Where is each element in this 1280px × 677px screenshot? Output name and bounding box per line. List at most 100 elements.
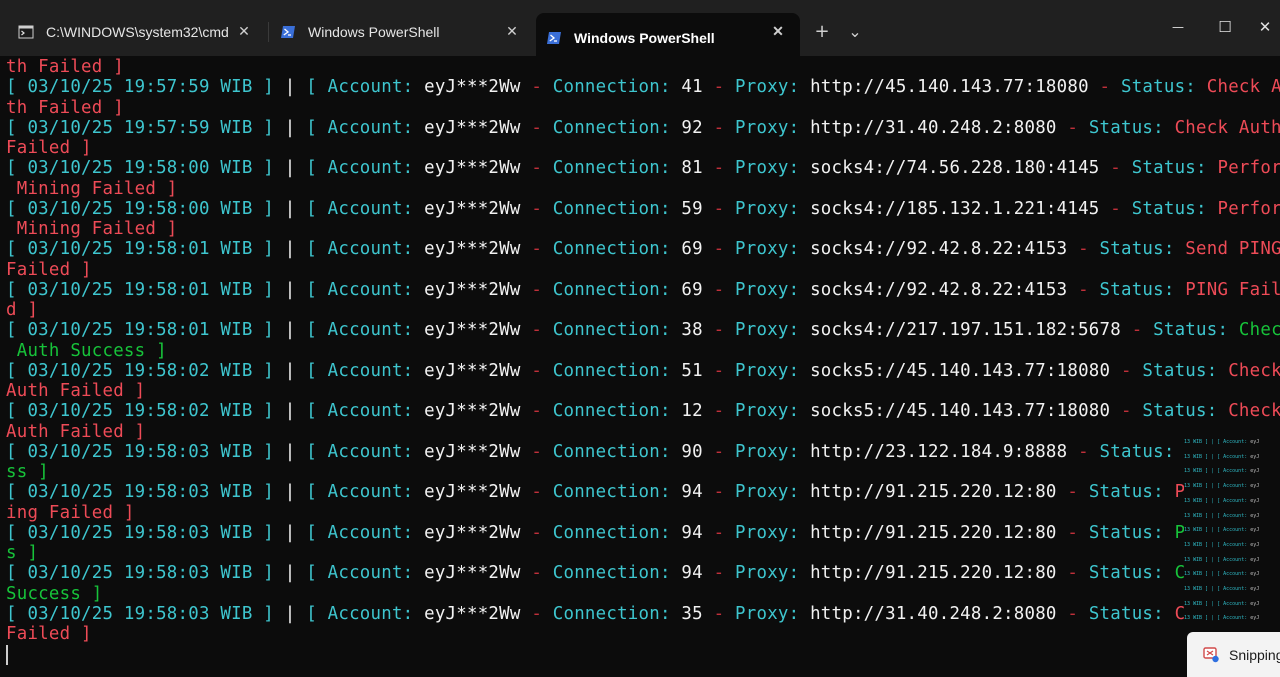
log-segment: - — [520, 198, 553, 219]
log-segment: - — [520, 239, 553, 260]
log-segment: Connection: — [552, 158, 682, 179]
log-segment: [ Account: — [306, 482, 425, 503]
tab-powershell-1-label: Windows PowerShell — [308, 23, 440, 40]
log-segment: 81 — [681, 158, 703, 179]
log-segment: | — [274, 77, 307, 98]
log-segment: Connection: — [552, 401, 682, 422]
log-segment: Auth Failed ] — [6, 421, 146, 442]
log-segment: 69 — [681, 279, 703, 300]
log-segment: - — [702, 77, 736, 98]
log-line: th Failed ] — [6, 57, 124, 78]
log-segment: eyJ***2Ww — [424, 482, 521, 503]
log-segment: - — [1056, 603, 1089, 624]
log-line: [ 03/10/25 19:58:01 WIB ] | [ Account: e… — [6, 280, 1280, 301]
log-segment: [ Account: — [306, 563, 425, 584]
log-segment: Check Auth — [1174, 117, 1280, 138]
cmd-icon — [18, 25, 34, 38]
log-segment: 38 — [681, 320, 703, 341]
log-segment: Auth Failed ] — [6, 381, 146, 401]
log-segment: Connection: — [552, 563, 682, 584]
maximize-button[interactable]: ☐ — [1202, 12, 1248, 42]
tab-powershell-2[interactable]: Windows PowerShell ✕ — [536, 13, 800, 62]
log-segment: - — [520, 117, 553, 138]
thumbnail-line: 13 WIB ] | [ Account: eyJ — [1184, 454, 1259, 460]
new-tab-button[interactable]: + — [808, 18, 836, 46]
log-segment: ss ] — [6, 462, 49, 482]
log-line: Auth Failed ] — [6, 381, 145, 402]
log-segment: [ 03/10/25 19:58:02 WIB ] — [6, 360, 275, 381]
log-segment: 90 — [681, 441, 703, 462]
log-line: Auth Success ] — [6, 341, 167, 362]
log-segment: th Failed ] — [6, 97, 124, 118]
thumbnail-line: 13 WIB ] | [ Account: eyJ — [1184, 601, 1259, 607]
snipping-tool-notification[interactable]: Snipping — [1187, 632, 1280, 677]
log-segment: [ Account: — [306, 77, 425, 98]
log-segment: Status: — [1099, 239, 1186, 260]
thumbnail-line-value: eyJ — [1250, 439, 1260, 445]
tab-cmd[interactable]: C:\WINDOWS\system32\cmd.e ✕ — [8, 13, 266, 50]
log-segment: Check — [1228, 360, 1280, 381]
log-segment: Proxy: — [735, 522, 811, 543]
log-segment: Mining Failed ] — [6, 178, 178, 199]
overlay-thumbnail: 13 WIB ] | [ Account: eyJ 13 WIB ] | [ Ac… — [1184, 437, 1280, 627]
log-segment: - — [1120, 320, 1154, 341]
log-segment: Connection: — [552, 117, 682, 138]
log-segment: Proxy: — [735, 77, 811, 98]
log-segment: - — [702, 158, 736, 179]
log-segment: socks5://45.140.143.77:18080 — [810, 360, 1111, 381]
log-segment: [ 03/10/25 19:58:02 WIB ] — [6, 401, 275, 422]
thumbnail-line: 13 WIB ] | [ Account: eyJ — [1184, 513, 1259, 519]
log-segment: - — [1088, 77, 1121, 98]
log-segment: [ Account: — [306, 158, 425, 179]
log-segment: 94 — [681, 563, 703, 584]
thumbnail-line: 13 WIB ] | [ Account: eyJ — [1184, 615, 1259, 621]
log-segment: Status: — [1153, 320, 1239, 341]
log-segment: [ Account: — [306, 522, 425, 543]
tab-powershell-1[interactable]: Windows PowerShell ✕ — [270, 13, 534, 50]
tab-powershell-2-close-icon[interactable]: ✕ — [770, 23, 786, 39]
log-segment: socks4://217.197.151.182:5678 — [810, 320, 1121, 341]
log-segment: | — [274, 158, 307, 179]
log-segment: Failed ] — [6, 138, 92, 158]
log-segment: | — [274, 239, 307, 260]
minimize-button[interactable]: — — [1155, 12, 1201, 42]
log-segment: | — [274, 401, 307, 422]
log-segment: - — [702, 239, 736, 260]
log-segment: Proxy: — [735, 401, 811, 422]
log-segment: socks4://185.132.1.221:4145 — [810, 198, 1100, 219]
snipping-label: Snipping — [1229, 646, 1280, 663]
log-segment: - — [520, 320, 553, 341]
tab-cmd-close-icon[interactable]: ✕ — [236, 23, 252, 39]
log-segment: Proxy: — [735, 279, 811, 300]
log-segment: Proxy: — [735, 482, 811, 503]
log-segment: - — [1056, 563, 1089, 584]
log-segment: [ Account: — [306, 360, 425, 381]
log-line: [ 03/10/25 19:58:03 WIB ] | [ Account: e… — [6, 482, 1207, 503]
log-segment: Status: — [1131, 158, 1218, 179]
tab-dropdown-icon[interactable]: ⌄ — [841, 18, 869, 46]
log-segment: Success ] — [6, 583, 103, 604]
log-segment: [ Account: — [306, 401, 425, 422]
tab-powershell-1-close-icon[interactable]: ✕ — [504, 23, 520, 39]
log-segment: [ 03/10/25 19:58:00 WIB ] — [6, 158, 275, 179]
terminal-output[interactable]: th Failed ][ 03/10/25 19:57:59 WIB ] | [… — [0, 56, 1280, 677]
log-line: [ 03/10/25 19:57:59 WIB ] | [ Account: e… — [6, 77, 1280, 98]
log-segment: - — [702, 441, 736, 462]
thumbnail-line-prefix: 13 WIB ] | [ Account: — [1184, 453, 1251, 460]
log-segment: http://31.40.248.2:8080 — [810, 117, 1057, 138]
log-segment: | — [274, 320, 307, 341]
log-segment: Connection: — [552, 522, 682, 543]
log-segment: d ] — [6, 300, 39, 320]
thumbnail-line: 13 WIB ] | [ Account: eyJ — [1184, 483, 1259, 489]
log-segment: - — [520, 603, 553, 624]
thumbnail-line-value: eyJ — [1250, 586, 1260, 592]
log-segment: Status: — [1088, 603, 1175, 624]
log-segment: - — [1067, 279, 1100, 300]
close-window-button[interactable]: ✕ — [1250, 12, 1280, 42]
log-segment: 35 — [681, 603, 703, 624]
thumbnail-line-prefix: 13 WIB ] | [ Account: — [1184, 497, 1251, 504]
log-line: d ] — [6, 300, 38, 321]
log-segment: - — [702, 522, 736, 543]
log-segment: http://31.40.248.2:8080 — [810, 603, 1057, 624]
thumbnail-line-prefix: 13 WIB ] | [ Account: — [1184, 541, 1251, 548]
